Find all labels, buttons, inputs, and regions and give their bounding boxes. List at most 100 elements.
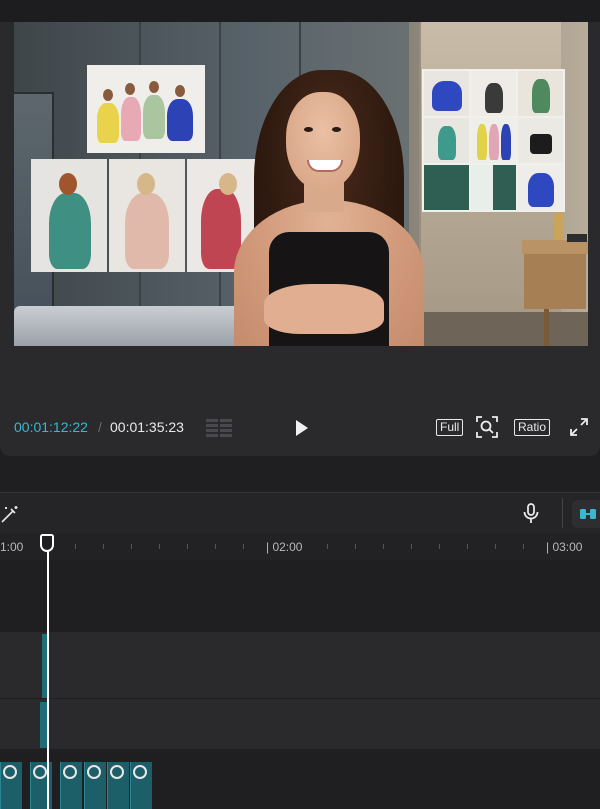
ruler-label-1-00: 1:00	[0, 540, 24, 554]
grid-cell	[518, 118, 563, 163]
grid-cell	[471, 71, 516, 116]
grid-figure	[432, 81, 462, 111]
grid-icon[interactable]	[206, 419, 232, 437]
panel-gap	[0, 456, 600, 492]
grid-figure	[528, 173, 554, 207]
clip-thumbnail[interactable]	[107, 762, 129, 809]
grid-cell	[424, 118, 469, 163]
play-button[interactable]	[292, 419, 310, 437]
scene-books	[567, 234, 587, 242]
ruler-tick	[187, 544, 188, 549]
clip-thumbnail[interactable]	[0, 762, 22, 809]
grid-figure	[501, 124, 511, 160]
ruler-tick	[467, 544, 468, 549]
clip-thumbnail[interactable]	[84, 762, 106, 809]
figure-head	[175, 85, 185, 97]
figure-head	[137, 173, 155, 195]
figure-head	[219, 173, 237, 195]
figure-head	[59, 173, 77, 195]
ruler-tick	[495, 544, 496, 549]
overlay-photo-group[interactable]	[87, 65, 205, 153]
figure-pink	[121, 97, 141, 141]
figure-head	[149, 81, 159, 93]
timeline-track-overlay[interactable]	[0, 632, 600, 698]
ruler-tick	[215, 544, 216, 549]
grid-figure	[477, 124, 487, 160]
ruler-tick	[439, 544, 440, 549]
overlay-photo-blush[interactable]	[109, 159, 185, 272]
clip-thumbnail[interactable]	[130, 762, 152, 809]
zoom-fit-button[interactable]	[476, 416, 498, 438]
scene-floor	[409, 312, 588, 346]
ruler-tick	[411, 544, 412, 549]
toolbar-divider	[562, 498, 563, 528]
presenter-face	[286, 92, 360, 190]
scene-desk-leg	[544, 309, 549, 346]
speed-icon	[3, 765, 17, 779]
speed-icon	[133, 765, 147, 779]
magic-wand-icon[interactable]	[0, 504, 20, 524]
presenter-hands	[264, 284, 384, 334]
overlay-photo-green[interactable]	[31, 159, 107, 272]
ratio-button[interactable]: Ratio	[514, 419, 551, 436]
grid-cell	[518, 71, 563, 116]
timeline-track-overlay[interactable]	[0, 699, 600, 749]
scene-lamp	[554, 212, 564, 240]
speed-icon	[33, 765, 47, 779]
grid-cell	[424, 165, 469, 210]
ruler-tick	[383, 544, 384, 549]
scene-desk	[522, 240, 588, 254]
playhead-handle[interactable]	[40, 534, 54, 552]
figure-blue	[167, 99, 193, 141]
timeline-toolbar	[0, 492, 600, 536]
total-time: 00:01:35:23	[110, 419, 184, 435]
grid-figure	[485, 83, 503, 113]
fullscreen-icon	[570, 418, 588, 436]
top-bar	[0, 0, 600, 22]
ruler-tick	[75, 544, 76, 549]
figure-head	[103, 89, 113, 101]
ruler-tick	[131, 544, 132, 549]
ruler-tick	[243, 544, 244, 549]
grid-cell	[471, 118, 516, 163]
zoom-fit-icon	[476, 416, 498, 438]
current-time: 00:01:12:22	[14, 419, 88, 435]
connect-button[interactable]	[572, 500, 600, 528]
overlay-photo-grid[interactable]	[422, 69, 565, 212]
grid-cell	[471, 165, 516, 210]
ruler-label-02-00: | 02:00	[266, 540, 303, 554]
ruler-tick	[103, 544, 104, 549]
grid-shadow	[493, 165, 516, 210]
microphone-icon[interactable]	[522, 503, 540, 525]
ruler-tick	[355, 544, 356, 549]
figure-green	[49, 193, 91, 269]
figure-yellow	[97, 103, 119, 143]
full-button[interactable]: Full	[436, 419, 464, 436]
fullscreen-button[interactable]	[570, 418, 588, 436]
presenter-eye	[304, 127, 313, 132]
speed-icon	[110, 765, 124, 779]
figure-red	[201, 189, 241, 269]
grid-bag	[530, 134, 552, 154]
grid-cell	[518, 165, 563, 210]
ruler-tick	[523, 544, 524, 549]
scene-desk-front	[524, 254, 586, 309]
grid-figure	[489, 124, 499, 160]
time-separator: /	[98, 419, 102, 435]
grid-figure	[438, 126, 456, 160]
grid-figure	[532, 79, 550, 113]
play-icon	[296, 420, 308, 436]
speed-icon	[87, 765, 101, 779]
video-preview[interactable]	[14, 22, 588, 346]
grid-cell	[424, 71, 469, 116]
figure-blush	[125, 193, 169, 269]
clip-thumbnail[interactable]	[60, 762, 82, 809]
figure-head	[125, 83, 135, 95]
ruler-tick	[327, 544, 328, 549]
ruler-label-03-00: | 03:00	[546, 540, 583, 554]
ruler-tick	[159, 544, 160, 549]
speed-icon	[63, 765, 77, 779]
figure-sage	[143, 95, 165, 139]
connect-icon	[580, 509, 596, 519]
playhead[interactable]	[47, 550, 49, 809]
